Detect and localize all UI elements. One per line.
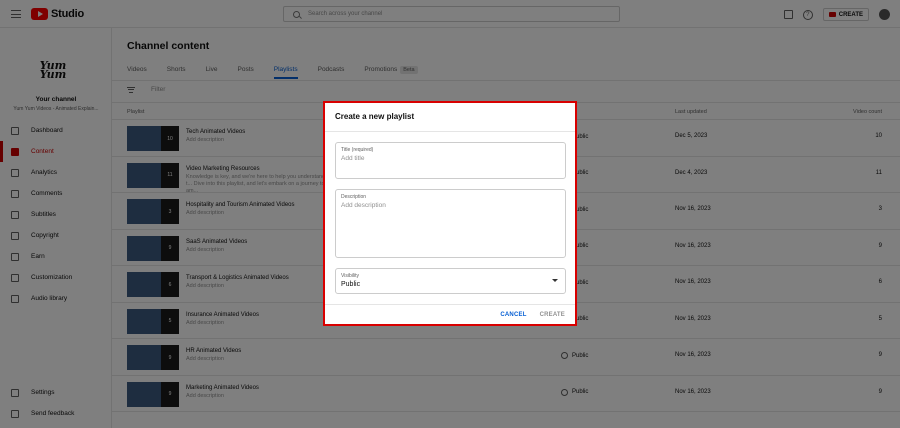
description-field[interactable]: Description	[335, 189, 566, 258]
title-input[interactable]	[341, 155, 556, 162]
visibility-label: Visibility	[341, 273, 359, 279]
description-input[interactable]	[341, 202, 559, 252]
create-playlist-button[interactable]: CREATE	[540, 312, 565, 318]
dialog-divider-bottom	[325, 304, 575, 305]
create-playlist-dialog: Create a new playlist Title (required) D…	[323, 101, 577, 326]
chevron-down-icon	[552, 279, 558, 282]
title-field[interactable]: Title (required)	[335, 142, 566, 179]
title-field-label: Title (required)	[341, 147, 374, 153]
dialog-title: Create a new playlist	[335, 112, 415, 121]
visibility-value: Public	[341, 281, 361, 288]
dialog-actions: CANCEL CREATE	[500, 312, 565, 318]
dialog-divider-top	[325, 131, 575, 132]
cancel-button[interactable]: CANCEL	[500, 312, 526, 318]
visibility-select[interactable]: Visibility Public	[335, 268, 566, 294]
description-field-label: Description	[341, 194, 367, 200]
